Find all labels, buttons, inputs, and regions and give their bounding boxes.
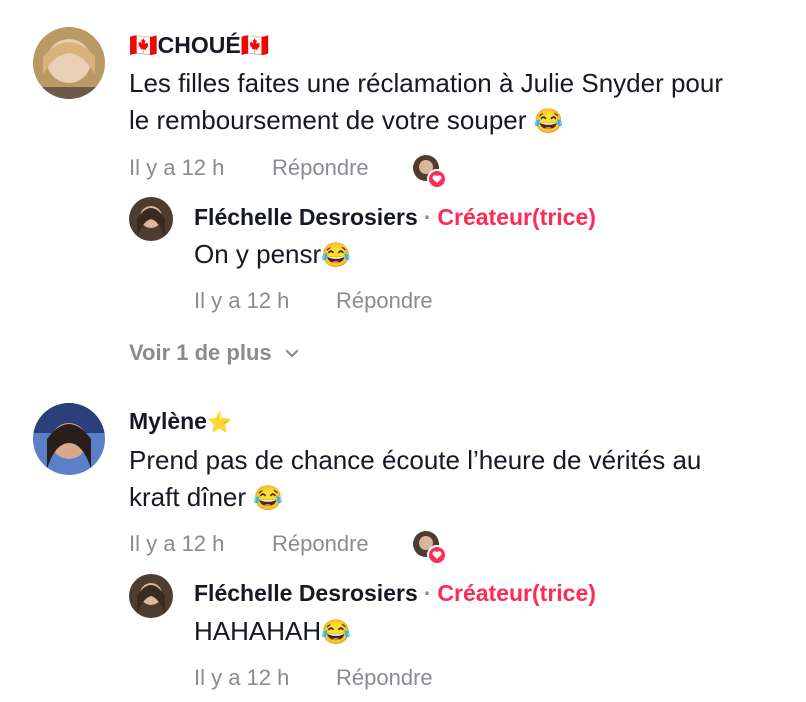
- heart-icon: [427, 545, 447, 565]
- comment-username-line: Mylène⭐: [129, 408, 232, 435]
- comment-timestamp: Il y a 12 h: [129, 155, 225, 180]
- view-more-label: Voir 1 de plus: [129, 340, 272, 365]
- reply-username-line: Fléchelle Desrosiers · Créateur(trice): [194, 580, 596, 607]
- reply-timestamp: Il y a 12 h: [194, 288, 290, 313]
- laughing-emoji: 😂: [321, 242, 352, 269]
- reply-username[interactable]: Fléchelle Desrosiers: [194, 204, 418, 230]
- heart-icon: [427, 169, 447, 189]
- creator-liked-badge: [413, 155, 447, 189]
- comment-text-line: Prend pas de chance écoute l’heure de vé…: [129, 445, 702, 475]
- avatar[interactable]: [129, 574, 173, 618]
- reply-text: HAHAHAH😂: [194, 613, 351, 651]
- comment-text-content: le remboursement de votre souper: [129, 105, 527, 135]
- chevron-down-icon: [285, 350, 298, 358]
- reply-button[interactable]: Répondre: [336, 288, 433, 314]
- comment-item: 🇨🇦CHOUÉ🇨🇦 Les filles faites une réclamat…: [0, 0, 806, 380]
- view-more-replies-button[interactable]: Voir 1 de plus: [129, 340, 300, 366]
- comment-text-line: le remboursement de votre souper 😂: [129, 102, 799, 140]
- comment-text-line: kraft dîner 😂: [129, 479, 799, 517]
- comment-text: Les filles faites une réclamation à Juli…: [129, 65, 799, 140]
- comment-username[interactable]: 🇨🇦CHOUÉ🇨🇦: [129, 32, 269, 59]
- separator-dot: ·: [423, 580, 432, 606]
- laughing-emoji: 😂: [253, 485, 284, 512]
- reply-username[interactable]: Fléchelle Desrosiers: [194, 580, 418, 606]
- reply-text-content: HAHAHAH: [194, 616, 322, 646]
- avatar[interactable]: [129, 197, 173, 241]
- separator-dot: ·: [423, 204, 432, 230]
- comment-text-content: kraft dîner: [129, 482, 247, 512]
- laughing-emoji: 😂: [321, 619, 352, 646]
- comment-username[interactable]: Mylène: [129, 408, 207, 434]
- comment-item: Mylène⭐ Prend pas de chance écoute l’heu…: [0, 380, 806, 702]
- comment-text: Prend pas de chance écoute l’heure de vé…: [129, 442, 799, 517]
- laughing-emoji: 😂: [533, 108, 564, 135]
- creator-liked-badge: [413, 531, 447, 565]
- reply-button[interactable]: Répondre: [336, 665, 433, 691]
- creator-badge: Créateur(trice): [437, 580, 596, 606]
- reply-button[interactable]: Répondre: [272, 531, 369, 557]
- comment-text-line: Les filles faites une réclamation à Juli…: [129, 68, 723, 98]
- comment-timestamp: Il y a 12 h: [129, 531, 225, 556]
- avatar[interactable]: [33, 403, 105, 475]
- reply-timestamp: Il y a 12 h: [194, 665, 290, 690]
- reply-text-content: On y pensr: [194, 239, 322, 269]
- reply-text: On y pensr😂: [194, 236, 351, 274]
- creator-badge: Créateur(trice): [437, 204, 596, 230]
- avatar[interactable]: [33, 27, 105, 99]
- star-emoji: ⭐: [206, 412, 232, 434]
- reply-username-line: Fléchelle Desrosiers · Créateur(trice): [194, 204, 596, 231]
- reply-button[interactable]: Répondre: [272, 155, 369, 181]
